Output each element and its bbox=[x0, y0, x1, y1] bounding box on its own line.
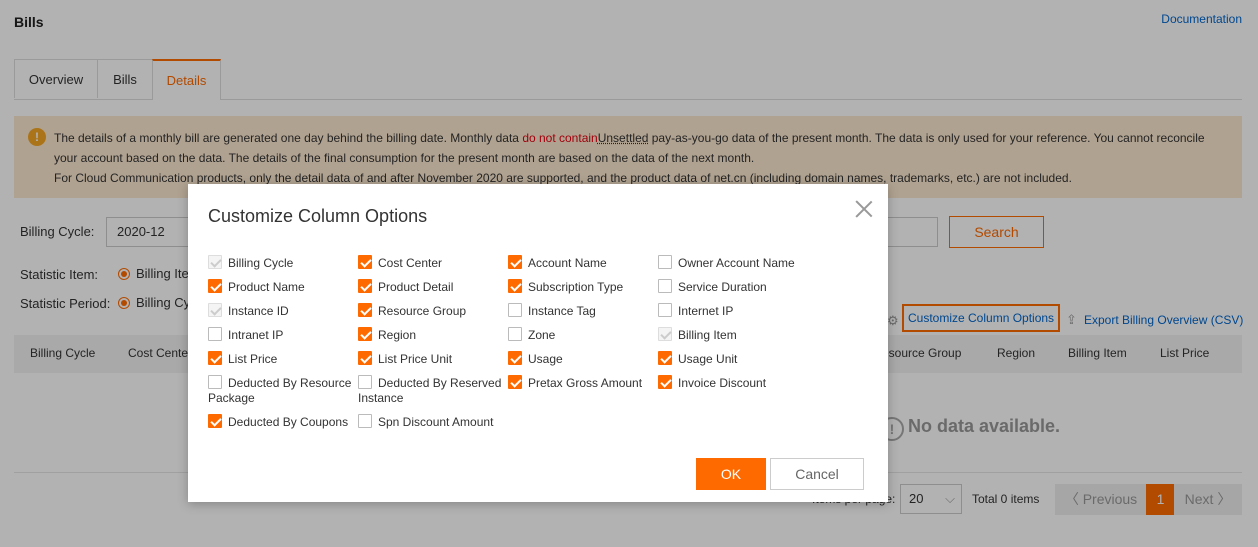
column-option[interactable]: Pretax Gross Amount bbox=[508, 375, 658, 391]
checkbox-checked-icon[interactable] bbox=[358, 279, 372, 293]
checkbox-disabled-icon bbox=[658, 327, 672, 341]
column-option-label: Resource Group bbox=[378, 304, 467, 318]
column-option-label: Billing Cycle bbox=[228, 256, 294, 270]
column-option: Instance ID bbox=[208, 303, 358, 319]
column-option[interactable]: List Price Unit bbox=[358, 351, 508, 367]
column-option[interactable]: Intranet IP bbox=[208, 327, 358, 343]
column-option[interactable]: Owner Account Name bbox=[658, 255, 808, 271]
checkbox-unchecked-icon[interactable] bbox=[658, 255, 672, 269]
column-option-label: Usage bbox=[528, 352, 563, 366]
checkbox-unchecked-icon[interactable] bbox=[508, 303, 522, 317]
column-option-label: Internet IP bbox=[678, 304, 734, 318]
column-option-label: Invoice Discount bbox=[678, 376, 767, 390]
column-option-label: Deducted By Resource Package bbox=[208, 376, 352, 405]
column-option-label: Instance Tag bbox=[528, 304, 596, 318]
close-icon[interactable] bbox=[853, 198, 875, 220]
column-option[interactable]: Product Detail bbox=[358, 279, 508, 295]
checkbox-checked-icon[interactable] bbox=[508, 255, 522, 269]
column-option-label: Product Detail bbox=[378, 280, 454, 294]
checkbox-checked-icon[interactable] bbox=[358, 327, 372, 341]
column-option[interactable]: Deducted By Resource Package bbox=[208, 375, 358, 406]
column-option[interactable]: Service Duration bbox=[658, 279, 808, 295]
cancel-button[interactable]: Cancel bbox=[770, 458, 864, 490]
column-option[interactable]: Usage bbox=[508, 351, 658, 367]
checkbox-unchecked-icon[interactable] bbox=[658, 279, 672, 293]
dialog-title: Customize Column Options bbox=[208, 206, 428, 226]
column-option[interactable]: Invoice Discount bbox=[658, 375, 808, 391]
checkbox-checked-icon[interactable] bbox=[358, 255, 372, 269]
column-option[interactable]: Cost Center bbox=[358, 255, 508, 271]
column-option-label: Spn Discount Amount bbox=[378, 415, 494, 429]
checkbox-unchecked-icon[interactable] bbox=[208, 327, 222, 341]
column-option[interactable]: Account Name bbox=[508, 255, 658, 271]
column-option-label: Deducted By Reserved Instance bbox=[358, 376, 502, 405]
checkbox-unchecked-icon[interactable] bbox=[508, 327, 522, 341]
checkbox-checked-icon[interactable] bbox=[508, 375, 522, 389]
column-option-label: Billing Item bbox=[678, 328, 737, 342]
checkbox-checked-icon[interactable] bbox=[658, 351, 672, 365]
column-option[interactable]: Deducted By Reserved Instance bbox=[358, 375, 508, 406]
checkbox-checked-icon[interactable] bbox=[358, 351, 372, 365]
column-option[interactable]: Subscription Type bbox=[508, 279, 658, 295]
checkbox-unchecked-icon[interactable] bbox=[658, 303, 672, 317]
column-option[interactable]: Spn Discount Amount bbox=[358, 414, 508, 430]
column-option[interactable]: Deducted By Coupons bbox=[208, 414, 358, 430]
column-option-label: Product Name bbox=[228, 280, 305, 294]
column-option[interactable]: Usage Unit bbox=[658, 351, 808, 367]
checkbox-unchecked-icon[interactable] bbox=[358, 375, 372, 389]
checkbox-checked-icon[interactable] bbox=[208, 279, 222, 293]
column-option[interactable]: Product Name bbox=[208, 279, 358, 295]
checkbox-checked-icon[interactable] bbox=[208, 414, 222, 428]
column-option[interactable]: Instance Tag bbox=[508, 303, 658, 319]
column-option-label: Service Duration bbox=[678, 280, 767, 294]
checkbox-disabled-icon bbox=[208, 303, 222, 317]
column-option-label: Instance ID bbox=[228, 304, 289, 318]
column-option[interactable]: Internet IP bbox=[658, 303, 808, 319]
column-option-label: List Price bbox=[228, 352, 278, 366]
column-option-label: Owner Account Name bbox=[678, 256, 795, 270]
column-option-label: Account Name bbox=[528, 256, 607, 270]
column-option-label: Deducted By Coupons bbox=[228, 415, 349, 429]
checkbox-checked-icon[interactable] bbox=[508, 279, 522, 293]
column-option-label: Usage Unit bbox=[678, 352, 738, 366]
column-option: Billing Cycle bbox=[208, 255, 358, 271]
checkbox-unchecked-icon[interactable] bbox=[358, 414, 372, 428]
column-option-label: Zone bbox=[528, 328, 556, 342]
column-option[interactable]: Region bbox=[358, 327, 508, 343]
checkbox-checked-icon[interactable] bbox=[358, 303, 372, 317]
column-option[interactable]: List Price bbox=[208, 351, 358, 367]
customize-column-options-dialog: Customize Column Options Billing Cycle Co… bbox=[188, 184, 888, 502]
column-option-label: Subscription Type bbox=[528, 280, 624, 294]
checkbox-disabled-icon bbox=[208, 255, 222, 269]
column-option: Billing Item bbox=[658, 327, 808, 343]
checkbox-checked-icon[interactable] bbox=[508, 351, 522, 365]
column-option[interactable]: Resource Group bbox=[358, 303, 508, 319]
checkbox-checked-icon[interactable] bbox=[658, 375, 672, 389]
checkbox-checked-icon[interactable] bbox=[208, 351, 222, 365]
column-option-label: Region bbox=[378, 328, 417, 342]
checkbox-unchecked-icon[interactable] bbox=[208, 375, 222, 389]
column-option-label: Pretax Gross Amount bbox=[528, 376, 643, 390]
column-option-label: Cost Center bbox=[378, 256, 443, 270]
column-option-label: List Price Unit bbox=[378, 352, 453, 366]
column-option[interactable]: Zone bbox=[508, 327, 658, 343]
ok-button[interactable]: OK bbox=[696, 458, 766, 490]
column-option-label: Intranet IP bbox=[228, 328, 284, 342]
